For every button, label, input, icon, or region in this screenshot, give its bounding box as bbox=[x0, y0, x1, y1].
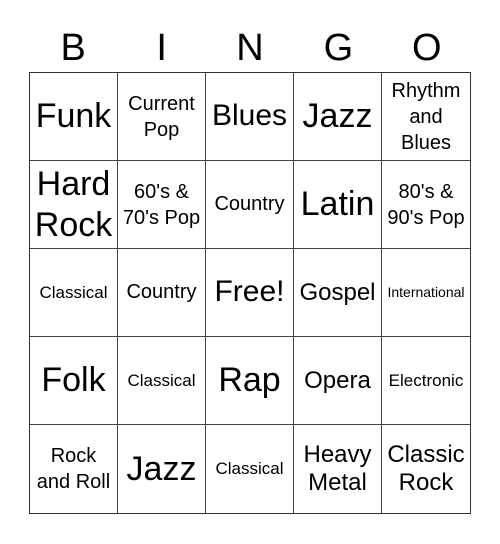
bingo-cell[interactable]: Jazz bbox=[118, 425, 206, 513]
bingo-cell-label: Free! bbox=[214, 275, 285, 309]
bingo-cell[interactable]: Classical bbox=[30, 249, 118, 337]
header-letter-i: I bbox=[156, 27, 167, 69]
bingo-cell-label: Electronic bbox=[388, 370, 464, 390]
bingo-cell-label: Country bbox=[214, 193, 285, 215]
bingo-cell-label: Latin bbox=[300, 185, 375, 224]
bingo-cell[interactable]: 60's & 70's Pop bbox=[118, 161, 206, 249]
bingo-cell-label: Opera bbox=[304, 366, 371, 394]
header-letter-n: N bbox=[236, 27, 264, 69]
bingo-cell[interactable]: Rhythm and Blues bbox=[382, 73, 470, 161]
header-letter-o: O bbox=[412, 27, 442, 69]
bingo-cell-label: Heavy Metal bbox=[303, 441, 372, 496]
bingo-cell-label: Rhythm and Blues bbox=[391, 79, 461, 154]
bingo-cell[interactable]: Latin bbox=[294, 161, 382, 249]
bingo-cell-label: Current Pop bbox=[128, 92, 195, 141]
bingo-cell-label: Rap bbox=[218, 361, 281, 400]
bingo-cell[interactable]: Folk bbox=[30, 337, 118, 425]
bingo-cell[interactable]: Blues bbox=[206, 73, 294, 161]
bingo-cell-label: Funk bbox=[35, 97, 112, 136]
bingo-cell[interactable]: Jazz bbox=[294, 73, 382, 161]
bingo-header: B I N G O bbox=[29, 26, 471, 70]
bingo-cell-label: Hard Rock bbox=[34, 165, 113, 244]
bingo-cell[interactable]: Electronic bbox=[382, 337, 470, 425]
bingo-cell[interactable]: Rock and Roll bbox=[30, 425, 118, 513]
bingo-cell-label: Folk bbox=[41, 361, 106, 400]
bingo-cell-label: Gospel bbox=[299, 278, 376, 306]
bingo-cell-label: Classical bbox=[39, 282, 108, 302]
bingo-cell[interactable]: Rap bbox=[206, 337, 294, 425]
bingo-cell-label: 60's & 70's Pop bbox=[122, 180, 201, 229]
bingo-cell[interactable]: Gospel bbox=[294, 249, 382, 337]
bingo-cell[interactable]: Classical bbox=[206, 425, 294, 513]
bingo-cell-label: Classical bbox=[215, 459, 284, 479]
bingo-cell-label: International bbox=[387, 284, 465, 301]
free-space-cell[interactable]: Free! bbox=[206, 249, 294, 337]
bingo-cell-label: 80's & 90's Pop bbox=[387, 180, 465, 229]
bingo-cell[interactable]: Heavy Metal bbox=[294, 425, 382, 513]
bingo-cell-label: Rock and Roll bbox=[36, 445, 111, 493]
bingo-cell-label: Jazz bbox=[126, 449, 197, 488]
bingo-cell[interactable]: Opera bbox=[294, 337, 382, 425]
bingo-card-grid: Funk Current Pop Blues Jazz Rhythm and Blues… bbox=[29, 72, 471, 514]
bingo-cell-label: Jazz bbox=[302, 97, 373, 136]
bingo-cell[interactable]: Classic Rock bbox=[382, 425, 470, 513]
header-letter-b: B bbox=[60, 27, 86, 69]
bingo-cell[interactable]: Country bbox=[206, 161, 294, 249]
bingo-cell-label: Country bbox=[126, 281, 197, 303]
bingo-cell-label: Classic Rock bbox=[387, 441, 465, 496]
bingo-cell[interactable]: Current Pop bbox=[118, 73, 206, 161]
bingo-cell[interactable]: International bbox=[382, 249, 470, 337]
header-letter-g: G bbox=[323, 27, 354, 69]
bingo-cell[interactable]: Funk bbox=[30, 73, 118, 161]
bingo-cell[interactable]: Classical bbox=[118, 337, 206, 425]
bingo-cell[interactable]: Hard Rock bbox=[30, 161, 118, 249]
bingo-cell-label: Blues bbox=[211, 99, 288, 133]
bingo-cell-label: Classical bbox=[127, 370, 196, 390]
bingo-cell[interactable]: 80's & 90's Pop bbox=[382, 161, 470, 249]
bingo-cell[interactable]: Country bbox=[118, 249, 206, 337]
